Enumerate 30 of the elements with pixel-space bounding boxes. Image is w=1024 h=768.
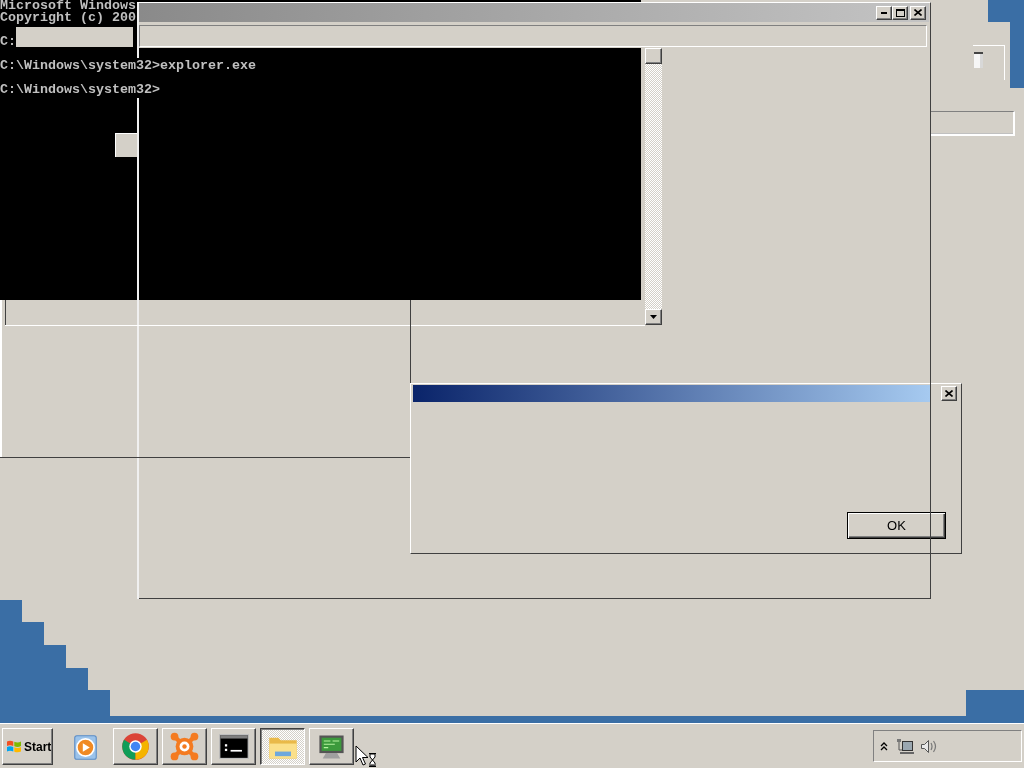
dialog-button[interactable]: OK: [847, 512, 946, 539]
console-line: C:\Windows\system32>explorer.exe: [0, 60, 256, 72]
console-line: C:\Windows\system32>: [0, 84, 160, 96]
maximize-icon: [895, 8, 905, 17]
close-button[interactable]: [910, 5, 926, 20]
tile-fragment: [115, 133, 137, 157]
down-arrow-icon: [650, 315, 657, 319]
close-button[interactable]: [941, 386, 957, 401]
start-button[interactable]: Start: [2, 728, 53, 765]
ring-logo-icon: [120, 731, 151, 762]
network-icon: [896, 737, 914, 755]
close-icon: [945, 390, 953, 397]
console-line: Copyright (c) 200: [0, 12, 136, 24]
minimize-icon: [881, 11, 887, 14]
taskbar-button[interactable]: [260, 728, 305, 765]
play-icon: [71, 733, 100, 762]
speaker-icon: [920, 737, 938, 755]
terminal-icon: [218, 734, 249, 759]
scroll-down-button[interactable]: [645, 309, 662, 325]
text-field[interactable]: [931, 111, 1015, 136]
bar-icon: [974, 52, 983, 68]
flag-logo-icon: [6, 739, 22, 754]
scrollbar[interactable]: [645, 48, 662, 325]
splat-logo-icon: [169, 731, 200, 762]
maximize-button[interactable]: [892, 5, 908, 20]
console-line: C:: [0, 36, 16, 48]
scroll-up-button[interactable]: [645, 48, 662, 64]
chevron-icon: [880, 741, 888, 751]
close-icon: [914, 9, 922, 16]
minimize-button[interactable]: [876, 5, 892, 20]
